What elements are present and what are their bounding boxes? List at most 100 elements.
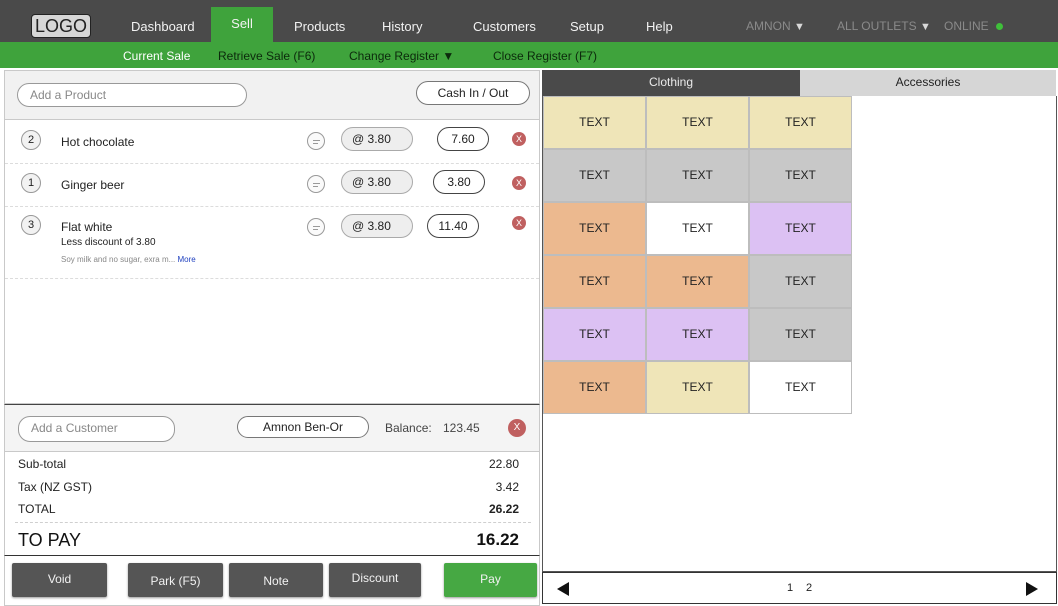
quick-key-tile[interactable]: TEXT: [749, 96, 852, 149]
unit-price-field[interactable]: @ 3.80: [341, 127, 413, 151]
nav-history[interactable]: History: [382, 19, 422, 34]
user-caret-icon: ▼: [794, 21, 805, 33]
park-button[interactable]: Park (F5): [128, 563, 223, 597]
customer-bar: Add a Customer Amnon Ben-Or Balance: 123…: [4, 404, 540, 452]
user-menu[interactable]: AMNON ▼: [746, 19, 805, 33]
quick-key-tabs: Clothing Accessories: [542, 70, 1056, 96]
nav-products[interactable]: Products: [294, 19, 345, 34]
page-number[interactable]: 1: [787, 582, 793, 594]
action-bar: Void Park (F5) Note Discount Pay: [4, 555, 540, 606]
item-name: Hot chocolate: [61, 135, 135, 149]
quick-key-tile[interactable]: TEXT: [646, 361, 749, 414]
outlets-menu[interactable]: ALL OUTLETS ▼: [837, 19, 931, 33]
discount-button[interactable]: Discount: [329, 563, 421, 597]
quick-key-tile[interactable]: TEXT: [646, 255, 749, 308]
nav-help[interactable]: Help: [646, 19, 673, 34]
nav-sell[interactable]: Sell: [211, 7, 273, 42]
add-product-bar: Add a Product Cash In / Out: [4, 70, 540, 120]
quick-key-tile[interactable]: TEXT: [646, 96, 749, 149]
sale-panel: Add a Product Cash In / Out 2 Hot chocol…: [4, 70, 540, 606]
customer-name-button[interactable]: Amnon Ben-Or: [237, 416, 369, 438]
tax-value: 3.42: [495, 480, 519, 494]
outlets-caret-icon: ▼: [919, 21, 931, 33]
subnav-change-register[interactable]: Change Register ▼: [349, 49, 454, 63]
quick-key-tile[interactable]: TEXT: [749, 149, 852, 202]
note-icon[interactable]: [307, 132, 325, 150]
quick-key-tile[interactable]: TEXT: [749, 308, 852, 361]
note-icon[interactable]: [307, 175, 325, 193]
quick-key-tile[interactable]: TEXT: [749, 202, 852, 255]
connection-status: ONLINE: [944, 19, 1004, 33]
remove-line-icon[interactable]: X: [512, 216, 526, 230]
void-button[interactable]: Void: [12, 563, 107, 597]
balance-value: 123.45: [443, 421, 480, 435]
sub-nav: Current Sale Retrieve Sale (F6) Change R…: [0, 42, 1058, 68]
quick-key-grid: TEXT TEXT TEXT TEXT TEXT TEXT TEXT TEXT TEXT TEXT…: [542, 96, 1057, 572]
quantity-badge[interactable]: 3: [21, 215, 41, 235]
line-total-field[interactable]: 7.60: [437, 127, 489, 151]
item-note: Soy milk and no sugar, exra m... More: [61, 255, 196, 264]
sale-line-list: 2 Hot chocolate @ 3.80 7.60 X 1 Ginger b…: [4, 120, 540, 404]
quick-key-pager: 1 2: [542, 572, 1057, 604]
logo: LOGO: [31, 14, 91, 38]
nav-setup[interactable]: Setup: [570, 19, 604, 34]
online-dot-icon: [996, 23, 1004, 31]
remove-customer-icon[interactable]: X: [508, 419, 526, 437]
more-link[interactable]: More: [178, 255, 196, 264]
quick-key-tile[interactable]: TEXT: [646, 149, 749, 202]
tax-label: Tax (NZ GST): [18, 480, 92, 494]
remove-line-icon[interactable]: X: [512, 176, 526, 190]
add-customer-input[interactable]: Add a Customer: [18, 416, 175, 442]
totals-section: Sub-total 22.80 Tax (NZ GST) 3.42 TOTAL …: [4, 452, 540, 555]
outlets-label: ALL OUTLETS: [837, 19, 917, 33]
quick-key-tile[interactable]: TEXT: [646, 202, 749, 255]
user-name: AMNON: [746, 19, 791, 33]
quick-key-tile[interactable]: TEXT: [543, 96, 646, 149]
nav-dashboard[interactable]: Dashboard: [131, 19, 195, 34]
line-total-field[interactable]: 3.80: [433, 170, 485, 194]
quick-key-tile[interactable]: TEXT: [543, 202, 646, 255]
total-label: TOTAL: [18, 502, 56, 516]
pay-button[interactable]: Pay: [444, 563, 537, 597]
line-total-field[interactable]: 11.40: [427, 214, 479, 238]
page-number[interactable]: 2: [806, 582, 812, 594]
quick-key-tile[interactable]: TEXT: [543, 255, 646, 308]
tab-clothing[interactable]: Clothing: [542, 70, 800, 96]
quick-key-tile[interactable]: TEXT: [543, 308, 646, 361]
next-page-icon[interactable]: [1026, 582, 1038, 596]
cash-in-out-button[interactable]: Cash In / Out: [416, 81, 530, 105]
quick-key-tile[interactable]: TEXT: [749, 361, 852, 414]
quick-key-tile[interactable]: TEXT: [646, 308, 749, 361]
quantity-badge[interactable]: 2: [21, 130, 41, 150]
item-name: Flat white: [61, 220, 113, 234]
nav-customers[interactable]: Customers: [473, 19, 536, 34]
subtotal-value: 22.80: [488, 457, 519, 471]
add-product-input[interactable]: Add a Product: [17, 83, 247, 107]
previous-page-icon[interactable]: [557, 582, 569, 596]
sale-line[interactable]: 2 Hot chocolate @ 3.80 7.60 X: [5, 120, 539, 164]
subnav-current-sale[interactable]: Current Sale: [123, 49, 190, 63]
sale-line[interactable]: 3 Flat white Less discount of 3.80 Soy m…: [5, 207, 539, 279]
unit-price-field[interactable]: @ 3.80: [341, 214, 413, 238]
remove-line-icon[interactable]: X: [512, 132, 526, 146]
status-label: ONLINE: [944, 19, 989, 33]
item-note-text: Soy milk and no sugar, exra m...: [61, 255, 176, 264]
quick-key-tile[interactable]: TEXT: [543, 149, 646, 202]
total-value: 26.22: [488, 502, 519, 516]
note-button[interactable]: Note: [229, 563, 323, 597]
quick-key-tile[interactable]: TEXT: [543, 361, 646, 414]
subnav-retrieve-sale[interactable]: Retrieve Sale (F6): [218, 49, 315, 63]
quick-key-tile[interactable]: TEXT: [749, 255, 852, 308]
sale-line[interactable]: 1 Ginger beer @ 3.80 3.80 X: [5, 164, 539, 207]
balance-label: Balance:: [385, 421, 432, 435]
subnav-close-register[interactable]: Close Register (F7): [493, 49, 597, 63]
discount-note: Less discount of 3.80: [61, 237, 156, 248]
to-pay-label: TO PAY: [18, 530, 82, 550]
tab-accessories[interactable]: Accessories: [800, 70, 1056, 96]
top-nav: LOGO Dashboard Sell Products History Cus…: [0, 0, 1058, 42]
item-name: Ginger beer: [61, 178, 125, 192]
note-icon[interactable]: [307, 218, 325, 236]
quantity-badge[interactable]: 1: [21, 173, 41, 193]
unit-price-field[interactable]: @ 3.80: [341, 170, 413, 194]
subtotal-label: Sub-total: [18, 457, 67, 471]
